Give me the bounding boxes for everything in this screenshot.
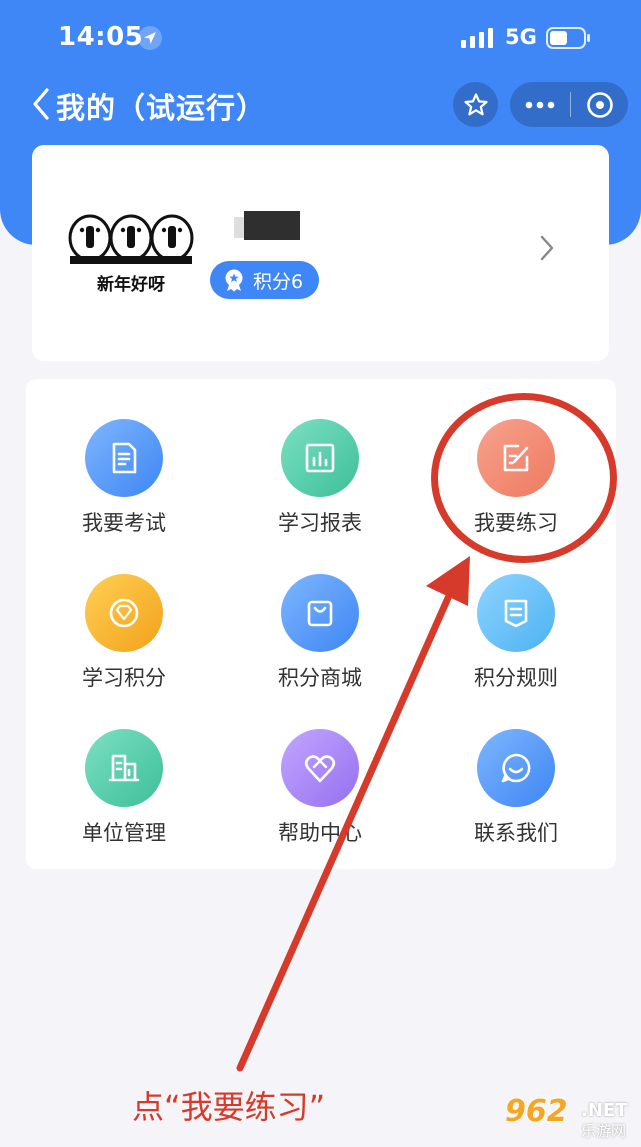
network-type: 5G [505,25,537,49]
close-circle-icon [586,91,613,118]
more-button[interactable] [510,82,570,127]
menu-icon-bg-4 [281,574,359,652]
menu-label-contact: 联系我们 [474,821,558,845]
status-time: 14:05 [58,22,144,52]
navigation-bar: 我的（试运行） [0,80,641,132]
points-label: 积分6 [253,270,304,293]
back-icon[interactable] [30,86,52,122]
menu-icon-bg-6 [85,729,163,807]
menu-label-report: 学习报表 [278,511,362,535]
star-icon [463,92,488,115]
medal-icon [225,269,243,292]
points-badge[interactable]: 积分6 [210,261,320,299]
location-arrow-icon [138,26,162,50]
menu-label-help: 帮助中心 [278,821,362,845]
favorite-button[interactable] [453,82,498,127]
shop-icon [307,600,333,627]
report-icon [305,443,335,473]
building-icon [108,754,140,782]
menu-item-rules[interactable]: 积分规则 [418,574,614,724]
points-icon [109,598,139,628]
menu-item-report[interactable]: 学习报表 [222,419,418,569]
menu-label-unit: 单位管理 [82,821,166,845]
mini-program-capsule [510,82,628,127]
status-bar: 14:05 5G [0,0,641,78]
annotation-highlight-circle [431,393,617,563]
menu-icon-bg-3 [85,574,163,652]
signal-icon [461,28,493,48]
username-redacted [244,211,300,240]
menu-item-help[interactable]: 帮助中心 [222,729,418,879]
menu-label-exam: 我要考试 [82,511,166,535]
more-dots-icon [525,101,555,108]
menu-item-exam[interactable]: 我要考试 [26,419,222,569]
watermark-net: .NET [581,1100,628,1121]
contact-icon [501,753,531,783]
battery-icon [546,27,590,49]
exam-icon [112,442,137,474]
menu-label-rules: 积分规则 [474,666,558,690]
menu-item-shop[interactable]: 积分商城 [222,574,418,724]
menu-icon-bg-5 [477,574,555,652]
help-heart-icon [304,755,336,783]
menu-icon-bg-7 [281,729,359,807]
menu-icon-bg-8 [477,729,555,807]
annotation-text: 点“我要练习” [132,1088,326,1126]
menu-label-points: 学习积分 [82,666,166,690]
watermark-sub: 乐游网 [581,1122,627,1140]
profile-card[interactable]: 新年好呀 积分6 [32,145,609,361]
menu-label-shop: 积分商城 [278,666,362,690]
chevron-right-icon [540,235,554,261]
watermark-logo: 962 .NET 乐游网 [505,1094,637,1142]
page-title: 我的（试运行） [56,91,267,125]
menu-icon-bg-1 [281,419,359,497]
menu-item-contact[interactable]: 联系我们 [418,729,614,879]
avatar-caption: 新年好呀 [97,275,165,295]
watermark-main: 962 [505,1094,568,1129]
menu-item-unit[interactable]: 单位管理 [26,729,222,879]
menu-item-points[interactable]: 学习积分 [26,574,222,724]
menu-icon-bg-0 [85,419,163,497]
rules-icon [504,599,528,628]
close-button[interactable] [571,82,628,127]
